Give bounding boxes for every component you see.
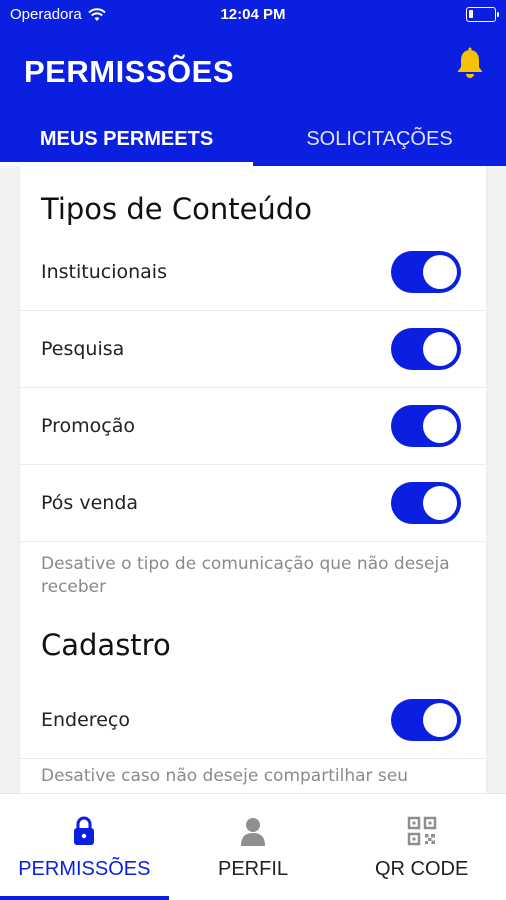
- toggle-knob: [423, 255, 457, 289]
- bottom-navigation: PERMISSÕES PERFIL QR CODE: [0, 793, 506, 900]
- nav-perfil[interactable]: PERFIL: [169, 794, 338, 900]
- tab-label: SOLICITAÇÕES: [306, 127, 453, 150]
- tab-meus-permeets[interactable]: MEUS PERMEETS: [0, 112, 253, 166]
- tab-solicitacoes[interactable]: SOLICITAÇÕES: [253, 112, 506, 166]
- toggle-knob: [423, 332, 457, 366]
- nav-label: QR CODE: [375, 858, 469, 880]
- section-title-registration: Cadastro: [41, 628, 171, 662]
- nav-permissoes[interactable]: PERMISSÕES: [0, 794, 169, 900]
- bell-icon[interactable]: [452, 46, 488, 82]
- lock-icon: [74, 816, 95, 845]
- registration-hint: Desative caso não deseje compartilhar se…: [41, 766, 409, 786]
- status-bar: Operadora 12:04 PM: [0, 0, 506, 30]
- toggle-knob: [423, 486, 457, 520]
- permission-label: Promoção: [41, 415, 135, 437]
- content-types-hint: Desative o tipo de comunicação que não d…: [41, 554, 450, 597]
- clock: 12:04 PM: [220, 6, 286, 23]
- pesquisa-toggle[interactable]: [391, 328, 461, 370]
- nav-label: PERFIL: [217, 858, 289, 880]
- permission-label: Institucionais: [41, 261, 167, 283]
- person-icon: [241, 818, 265, 846]
- endereco-toggle[interactable]: [391, 699, 461, 741]
- permission-row-pos-venda: Pós venda: [20, 465, 486, 542]
- permission-label: Pós venda: [41, 492, 139, 514]
- permission-label: Pesquisa: [41, 338, 125, 360]
- nav-qr-code[interactable]: QR CODE: [337, 794, 506, 900]
- page-title: PERMISSÕES: [24, 54, 234, 89]
- permission-label: Endereço: [41, 709, 130, 731]
- qr-code-icon: [407, 816, 436, 846]
- permission-row-promocao: Promoção: [20, 388, 486, 465]
- pos-venda-toggle[interactable]: [391, 482, 461, 524]
- tab-label: MEUS PERMEETS: [39, 127, 214, 150]
- section-title-content-types: Tipos de Conteúdo: [41, 192, 312, 226]
- institucionais-toggle[interactable]: [391, 251, 461, 293]
- battery-icon: [466, 7, 499, 22]
- permission-row-pesquisa: Pesquisa: [20, 311, 486, 388]
- permission-row-endereco: Endereço: [20, 682, 486, 759]
- toggle-knob: [423, 703, 457, 737]
- toggle-knob: [423, 409, 457, 443]
- nav-label: PERMISSÕES: [18, 858, 151, 880]
- permission-row-institucionais: Institucionais: [20, 234, 486, 311]
- app-header: Operadora 12:04 PM PERMISSÕES MEUS PERME…: [0, 0, 506, 166]
- tab-bar: MEUS PERMEETS SOLICITAÇÕES: [0, 112, 506, 166]
- promocao-toggle[interactable]: [391, 405, 461, 447]
- permissions-card: Tipos de Conteúdo Institucionais Pesquis…: [20, 166, 486, 793]
